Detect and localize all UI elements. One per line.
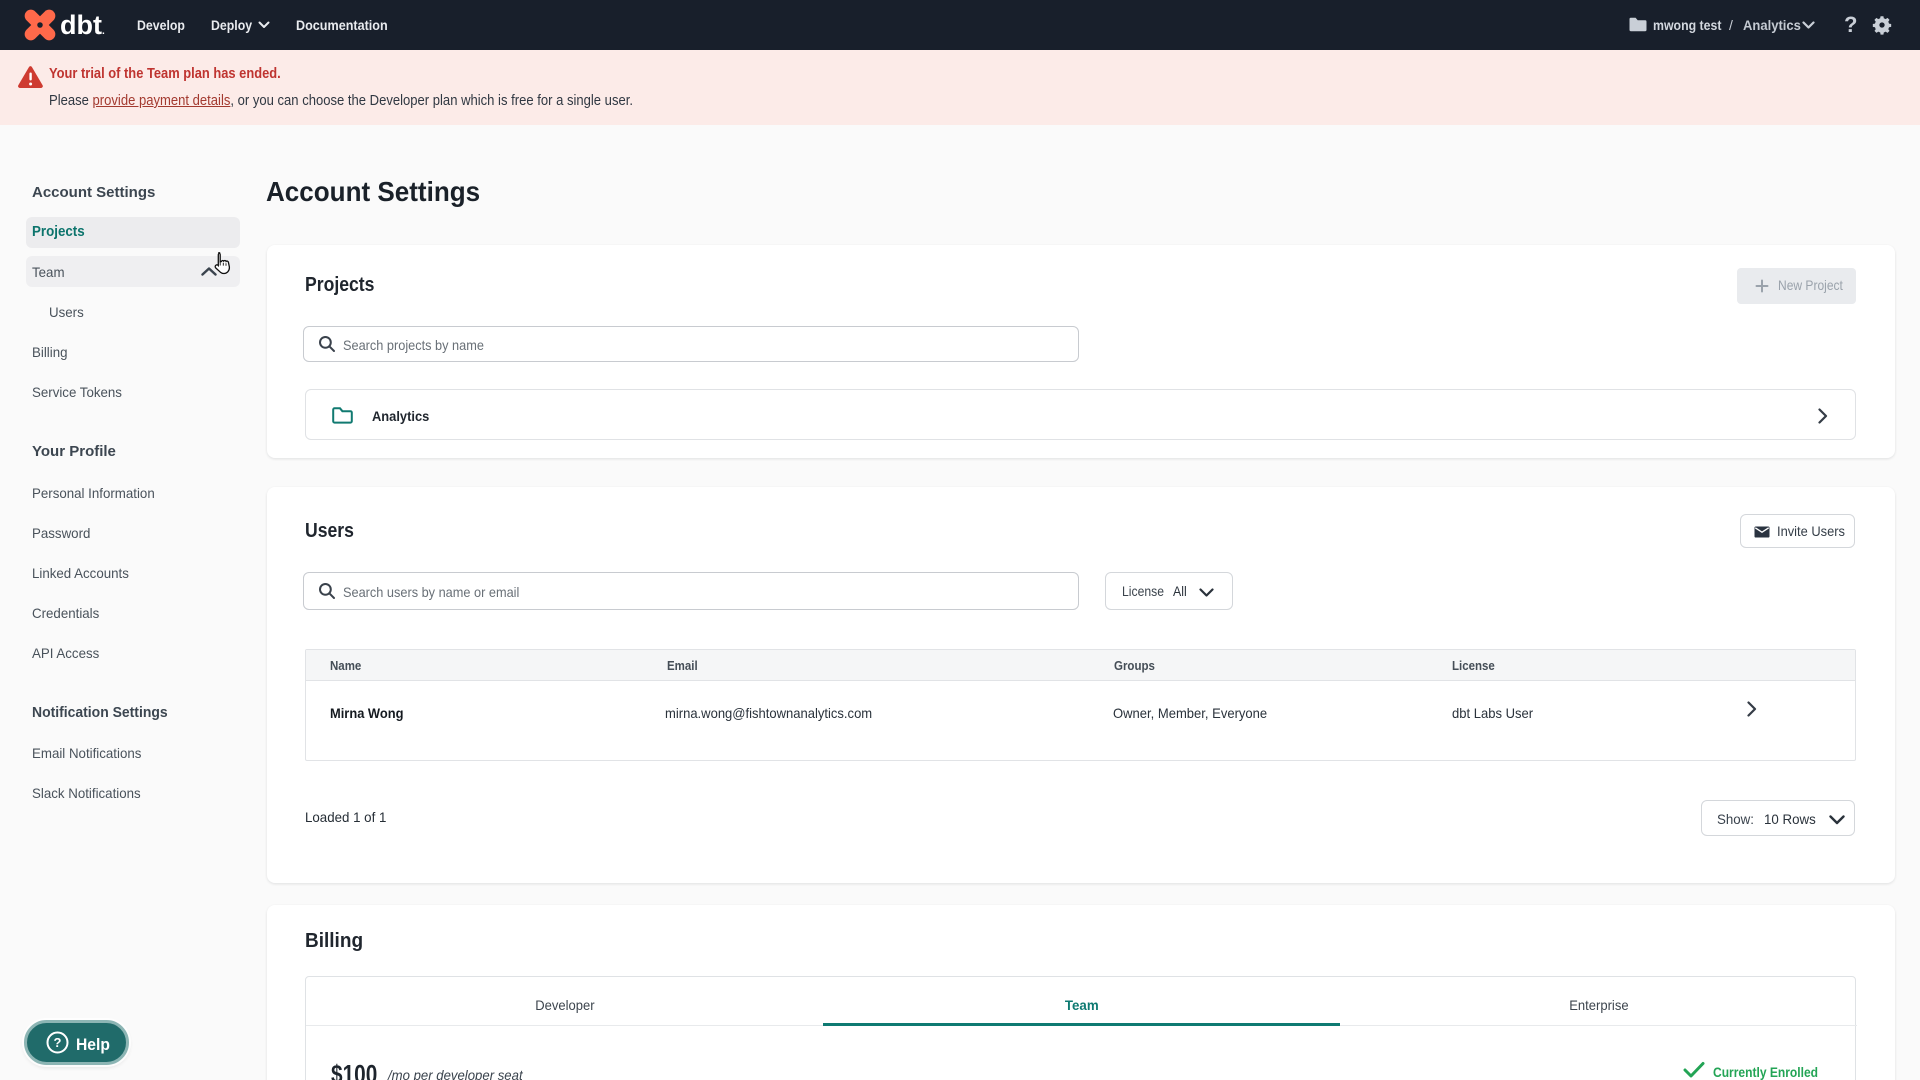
- svg-text:?: ?: [54, 1035, 62, 1050]
